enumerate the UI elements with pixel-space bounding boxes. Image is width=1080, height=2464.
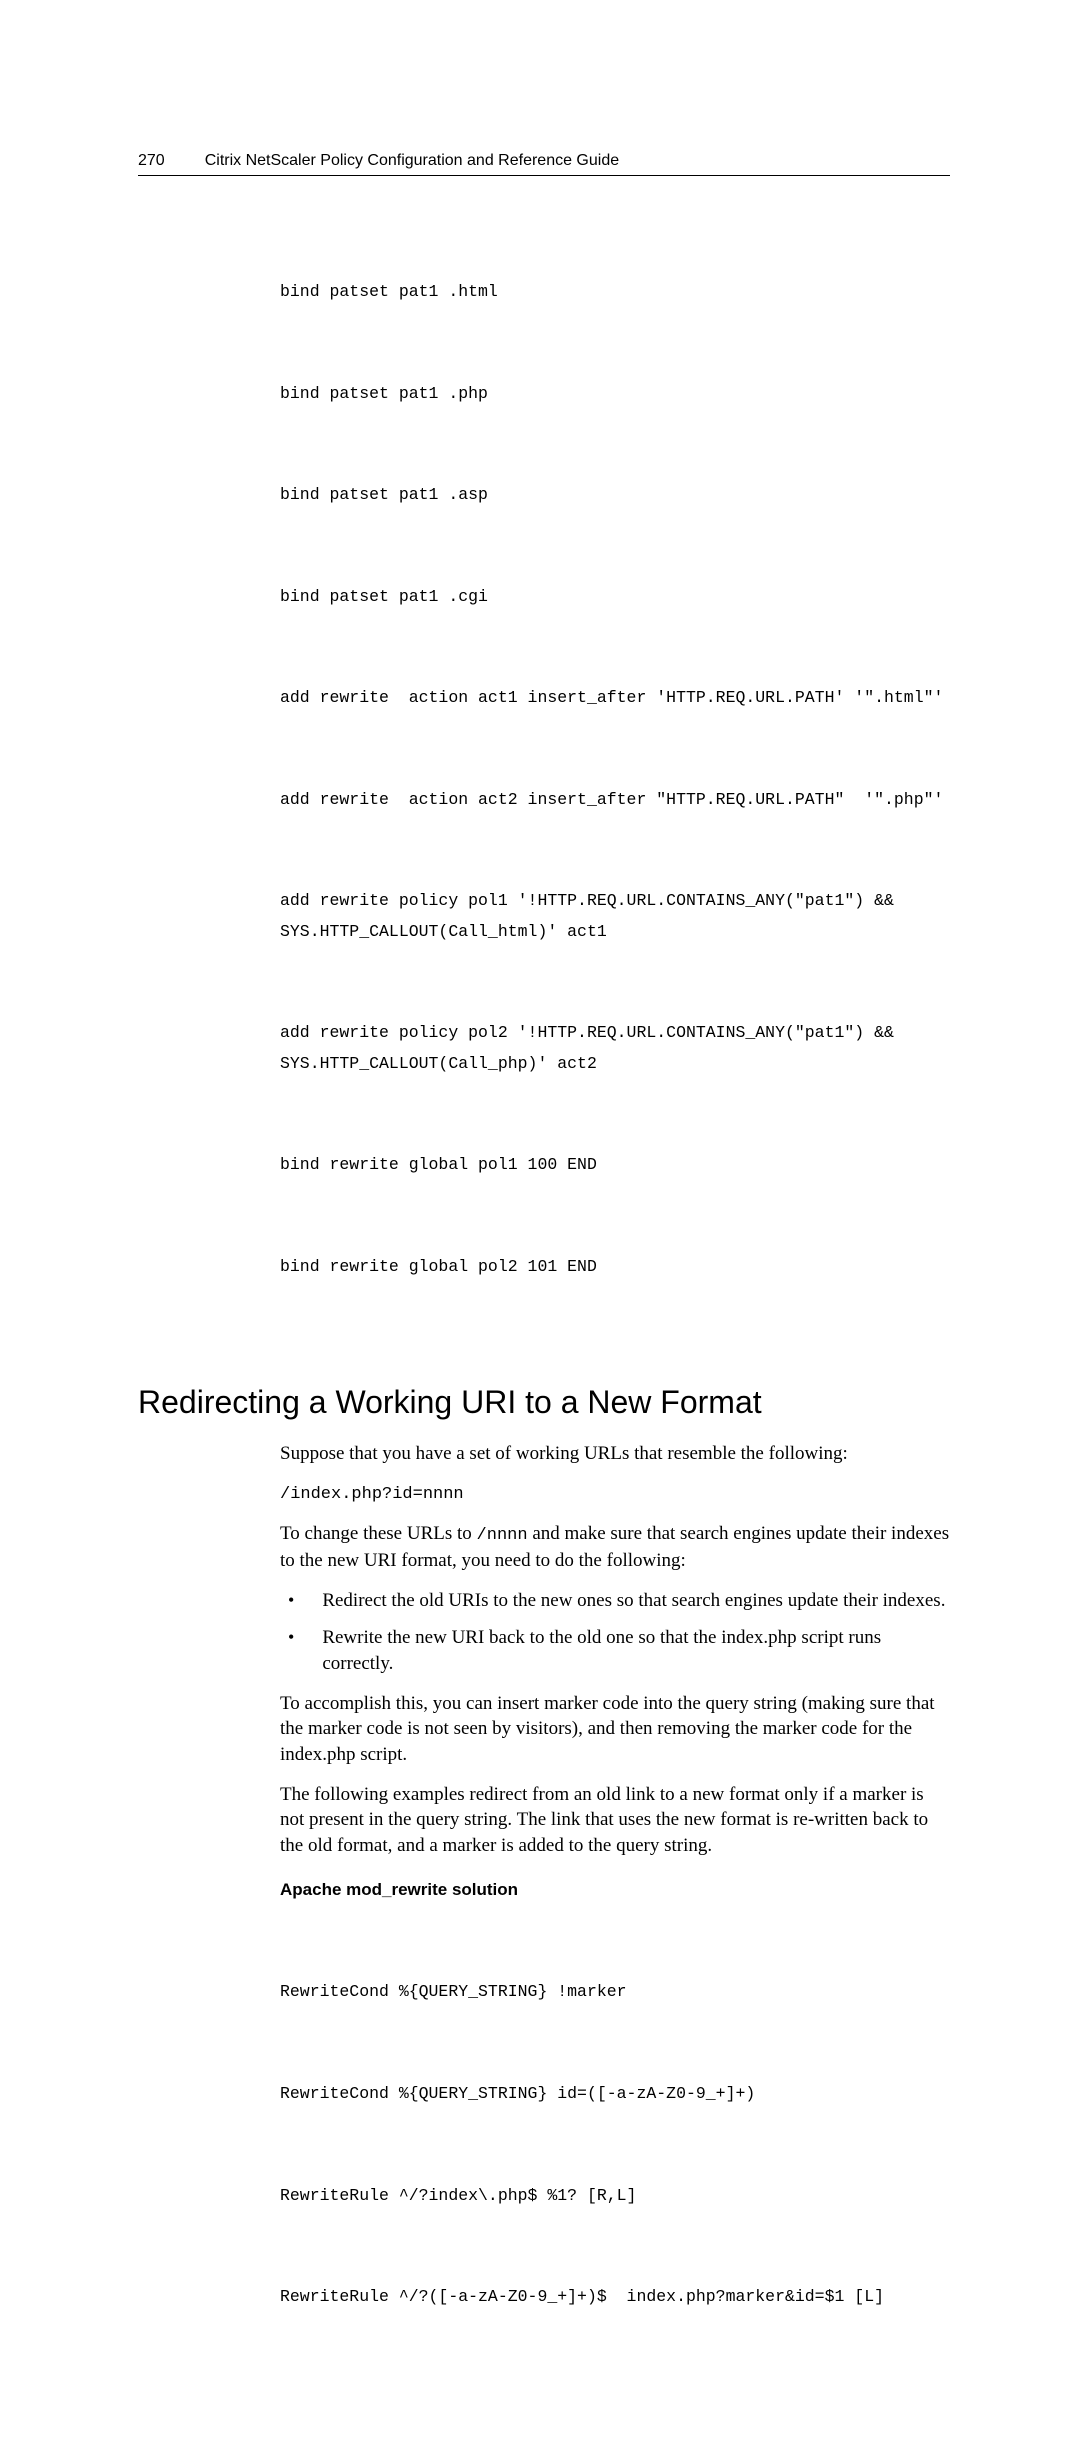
list-item: • Rewrite the new URI back to the old on… [280, 1625, 950, 1676]
code-line: bind rewrite global pol1 100 END [280, 1150, 950, 1181]
page-header: 270 Citrix NetScaler Policy Configuratio… [138, 152, 950, 176]
document-page: 270 Citrix NetScaler Policy Configuratio… [0, 0, 1080, 2464]
code-line: RewriteRule ^/?index\.php$ %1? [R,L] [280, 2181, 950, 2212]
paragraph: To accomplish this, you can insert marke… [280, 1691, 950, 1768]
text-segment: To change these URLs to [280, 1523, 477, 1544]
bullet-list: • Redirect the old URIs to the new ones … [280, 1588, 950, 1677]
code-block-apache: RewriteCond %{QUERY_STRING} !marker Rewr… [280, 1916, 950, 2383]
code-line: add rewrite policy pol1 '!HTTP.REQ.URL.C… [280, 886, 950, 947]
code-line: add rewrite action act2 insert_after "HT… [280, 785, 950, 816]
page-number: 270 [138, 152, 165, 170]
document-title: Citrix NetScaler Policy Configuration an… [205, 152, 619, 170]
code-inline: /index.php?id=nnnn [280, 1480, 950, 1507]
bullet-icon: • [288, 1588, 294, 1614]
code-line: bind patset pat1 .html [280, 277, 950, 308]
code-snippet: /index.php?id=nnnn [280, 1485, 464, 1504]
code-line: add rewrite policy pol2 '!HTTP.REQ.URL.C… [280, 1018, 950, 1079]
code-line: RewriteCond %{QUERY_STRING} id=([-a-zA-Z… [280, 2079, 950, 2110]
bullet-text: Redirect the old URIs to the new ones so… [322, 1588, 950, 1614]
code-line: RewriteRule ^/?([-a-zA-Z0-9_+]+)$ index.… [280, 2282, 950, 2313]
code-block-top: bind patset pat1 .html bind patset pat1 … [280, 216, 950, 1354]
code-line: RewriteCond %{QUERY_STRING} !marker [280, 1977, 950, 2008]
code-line: bind patset pat1 .cgi [280, 582, 950, 613]
bullet-icon: • [288, 1625, 294, 1676]
paragraph: To change these URLs to /nnnn and make s… [280, 1521, 950, 1574]
paragraph: Suppose that you have a set of working U… [280, 1441, 950, 1467]
paragraph: The following examples redirect from an … [280, 1782, 950, 1859]
code-line: bind patset pat1 .php [280, 379, 950, 410]
code-line: add rewrite action act1 insert_after 'HT… [280, 683, 950, 714]
bullet-text: Rewrite the new URI back to the old one … [322, 1625, 950, 1676]
code-snippet: /nnnn [477, 1526, 528, 1545]
list-item: • Redirect the old URIs to the new ones … [280, 1588, 950, 1614]
subsection-heading: Apache mod_rewrite solution [280, 1880, 950, 1900]
code-line: bind patset pat1 .asp [280, 480, 950, 511]
code-line: bind rewrite global pol2 101 END [280, 1252, 950, 1283]
section-heading: Redirecting a Working URI to a New Forma… [138, 1384, 950, 1421]
